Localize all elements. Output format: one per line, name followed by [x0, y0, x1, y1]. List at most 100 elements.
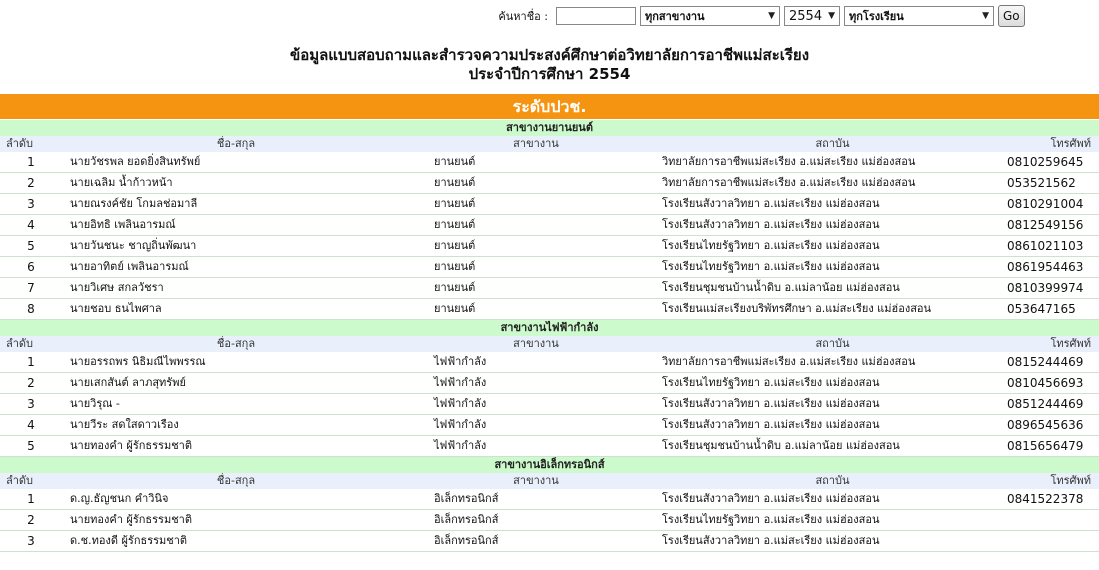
- cell-no: 3: [0, 530, 62, 552]
- cell-tel: 0812549156: [1003, 214, 1099, 236]
- year-select-value: 2554: [789, 8, 823, 24]
- table-row: 3 ด.ช.ทองดี ผู้รักธรรมชาติ อิเล็กทรอนิกส์โ…: [0, 530, 1099, 552]
- column-header-row: ลำดับ ชื่อ-สกุล สาขางาน สถาบัน โทรศัพท์: [0, 136, 1099, 152]
- table-row: 2 นายเฉลิม น้ำก้าวหน้า ยานยนต์ วิทยาลัยการอ…: [0, 172, 1099, 194]
- cell-tel: 0851244469: [1003, 393, 1099, 415]
- table-row: 7 นายวิเศษ สกลวัชรา ยานยนต์ โรงเรียนชุมชนบ้…: [0, 277, 1099, 299]
- cell-dept: ไฟฟ้ากำลัง: [410, 372, 662, 394]
- department-select-value: ทุกสาขางาน: [645, 10, 705, 23]
- group-header: สาขางานไฟฟ้ากำลัง: [0, 319, 1099, 336]
- go-button[interactable]: Go: [998, 5, 1025, 27]
- cell-inst: โรงเรียนชุมชนบ้านน้ำดิบ อ.แม่ลาน้อย แม่ฮ…: [662, 435, 1003, 457]
- year-select[interactable]: 2554 ▼: [784, 6, 840, 26]
- cell-inst: โรงเรียนไทยรัฐวิทยา อ.แม่สะเรียง แม่ฮ่อง…: [662, 509, 1003, 531]
- cell-tel: 053647165: [1003, 298, 1099, 320]
- cell-name: นายวีระ สดใสดาวเรือง: [62, 414, 410, 436]
- cell-tel: 0810291004: [1003, 193, 1099, 215]
- cell-no: 5: [0, 435, 62, 457]
- table-row: 3 นายวิรุณ - ไฟฟ้ากำลัง โรงเรียนสังวาลวิทยา…: [0, 393, 1099, 415]
- table-row: 4 นายอิทธิ เพลินอารมณ์ ยานยนต์ โรงเรียนสังว…: [0, 214, 1099, 236]
- cell-inst: โรงเรียนสังวาลวิทยา อ.แม่สะเรียง แม่ฮ่อง…: [662, 414, 1003, 436]
- table-row: 1 ด.ญ.ธัญชนก คำวินิจ อิเล็กทรอนิกส์ โรงเรีย…: [0, 489, 1099, 510]
- cell-dept: ยานยนต์: [410, 235, 662, 257]
- column-header-inst: สถาบัน: [662, 336, 1003, 352]
- column-header-tel: โทรศัพท์: [1003, 473, 1099, 489]
- school-select-value: ทุกโรงเรียน: [849, 10, 904, 23]
- cell-no: 3: [0, 193, 62, 215]
- cell-no: 1: [0, 489, 62, 510]
- cell-no: 4: [0, 214, 62, 236]
- cell-inst: โรงเรียนสังวาลวิทยา อ.แม่สะเรียง แม่ฮ่อง…: [662, 214, 1003, 236]
- school-select[interactable]: ทุกโรงเรียน ▼: [844, 6, 994, 26]
- column-header-dept: สาขางาน: [410, 136, 662, 152]
- cell-dept: ยานยนต์: [410, 256, 662, 278]
- chevron-down-icon: ▼: [768, 11, 775, 21]
- column-header-name: ชื่อ-สกุล: [62, 336, 410, 352]
- cell-dept: ยานยนต์: [410, 193, 662, 215]
- cell-name: นายชอบ ธนไพศาล: [62, 298, 410, 320]
- group-title: สาขางานไฟฟ้ากำลัง: [0, 319, 1099, 336]
- column-header-tel: โทรศัพท์: [1003, 336, 1099, 352]
- cell-dept: ยานยนต์: [410, 214, 662, 236]
- cell-no: 3: [0, 393, 62, 415]
- page-title-line2: ประจำปีการศึกษา 2554: [468, 65, 631, 83]
- cell-inst: วิทยาลัยการอาชีพแม่สะเรียง อ.แม่สะเรียง …: [662, 152, 1003, 173]
- cell-tel: 0810456693: [1003, 372, 1099, 394]
- cell-no: 8: [0, 298, 62, 320]
- cell-tel: 0815244469: [1003, 352, 1099, 373]
- cell-inst: โรงเรียนไทยรัฐวิทยา อ.แม่สะเรียง แม่ฮ่อง…: [662, 256, 1003, 278]
- table-row: 8 นายชอบ ธนไพศาล ยานยนต์ โรงเรียนแม่สะเรียง…: [0, 298, 1099, 320]
- cell-dept: ยานยนต์: [410, 152, 662, 173]
- cell-tel: 0810399974: [1003, 277, 1099, 299]
- cell-dept: ยานยนต์: [410, 277, 662, 299]
- cell-tel: 0861021103: [1003, 235, 1099, 257]
- cell-name: นายอรรถพร นิธิมณีไพพรรณ: [62, 352, 410, 373]
- search-bar: ค้นหาชื่อ : ทุกสาขางาน ▼ 2554 ▼ ทุกโรงเร…: [450, 5, 1025, 27]
- department-select[interactable]: ทุกสาขางาน ▼: [640, 6, 780, 26]
- column-header-no: ลำดับ: [0, 473, 62, 489]
- cell-dept: อิเล็กทรอนิกส์: [410, 530, 662, 552]
- level-banner: ระดับปวช.: [0, 94, 1099, 119]
- cell-dept: ยานยนต์: [410, 298, 662, 320]
- cell-tel: 0861954463: [1003, 256, 1099, 278]
- cell-dept: อิเล็กทรอนิกส์: [410, 509, 662, 531]
- column-header-row: ลำดับ ชื่อ-สกุล สาขางาน สถาบัน โทรศัพท์: [0, 336, 1099, 352]
- cell-name: ด.ญ.ธัญชนก คำวินิจ: [62, 489, 410, 510]
- cell-inst: โรงเรียนไทยรัฐวิทยา อ.แม่สะเรียง แม่ฮ่อง…: [662, 235, 1003, 257]
- cell-name: นายวิรุณ -: [62, 393, 410, 415]
- chevron-down-icon: ▼: [828, 11, 835, 21]
- cell-name: นายอาทิตย์ เพลินอารมณ์: [62, 256, 410, 278]
- chevron-down-icon: ▼: [982, 11, 989, 21]
- cell-name: นายวิเศษ สกลวัชรา: [62, 277, 410, 299]
- cell-dept: ไฟฟ้ากำลัง: [410, 393, 662, 415]
- cell-no: 2: [0, 172, 62, 194]
- student-table: สาขางานยานยนต์ ลำดับ ชื่อ-สกุล สาขางาน สถาบั…: [0, 120, 1099, 552]
- cell-no: 1: [0, 152, 62, 173]
- cell-dept: ยานยนต์: [410, 172, 662, 194]
- table-row: 5 นายวันชนะ ชาญถิ่นพัฒนา ยานยนต์ โรงเรียนไท…: [0, 235, 1099, 257]
- group-header: สาขางานอิเล็กทรอนิกส์: [0, 456, 1099, 473]
- group-title: สาขางานอิเล็กทรอนิกส์: [0, 456, 1099, 473]
- column-header-name: ชื่อ-สกุล: [62, 136, 410, 152]
- page-title: ข้อมูลแบบสอบถามและสำรวจความประสงค์ศึกษาต…: [0, 46, 1099, 84]
- search-input[interactable]: [556, 7, 636, 25]
- cell-name: นายเสกสันต์ ลาภสุทรัพย์: [62, 372, 410, 394]
- cell-inst: วิทยาลัยการอาชีพแม่สะเรียง อ.แม่สะเรียง …: [662, 352, 1003, 373]
- table-row: 2 นายทองคำ ผู้รักธรรมชาติ อิเล็กทรอนิกส์ โร…: [0, 509, 1099, 531]
- group-header: สาขางานยานยนต์: [0, 120, 1099, 136]
- cell-tel: 0841522378: [1003, 489, 1099, 510]
- cell-dept: ไฟฟ้ากำลัง: [410, 352, 662, 373]
- column-header-name: ชื่อ-สกุล: [62, 473, 410, 489]
- cell-no: 2: [0, 509, 62, 531]
- table-row: 3 นายณรงค์ชัย โกมลช่อมาลี ยานยนต์ โรงเรียนส…: [0, 193, 1099, 215]
- table-row: 5 นายทองคำ ผู้รักธรรมชาติ ไฟฟ้ากำลัง โรงเรี…: [0, 435, 1099, 457]
- cell-tel: [1003, 530, 1099, 552]
- cell-no: 4: [0, 414, 62, 436]
- page-title-line1: ข้อมูลแบบสอบถามและสำรวจความประสงค์ศึกษาต…: [289, 46, 810, 64]
- table-row: 6 นายอาทิตย์ เพลินอารมณ์ ยานยนต์ โรงเรียนไท…: [0, 256, 1099, 278]
- column-header-dept: สาขางาน: [410, 473, 662, 489]
- cell-inst: โรงเรียนสังวาลวิทยา อ.แม่สะเรียง แม่ฮ่อง…: [662, 530, 1003, 552]
- cell-name: นายณรงค์ชัย โกมลช่อมาลี: [62, 193, 410, 215]
- group-title: สาขางานยานยนต์: [0, 120, 1099, 136]
- cell-inst: โรงเรียนสังวาลวิทยา อ.แม่สะเรียง แม่ฮ่อง…: [662, 489, 1003, 510]
